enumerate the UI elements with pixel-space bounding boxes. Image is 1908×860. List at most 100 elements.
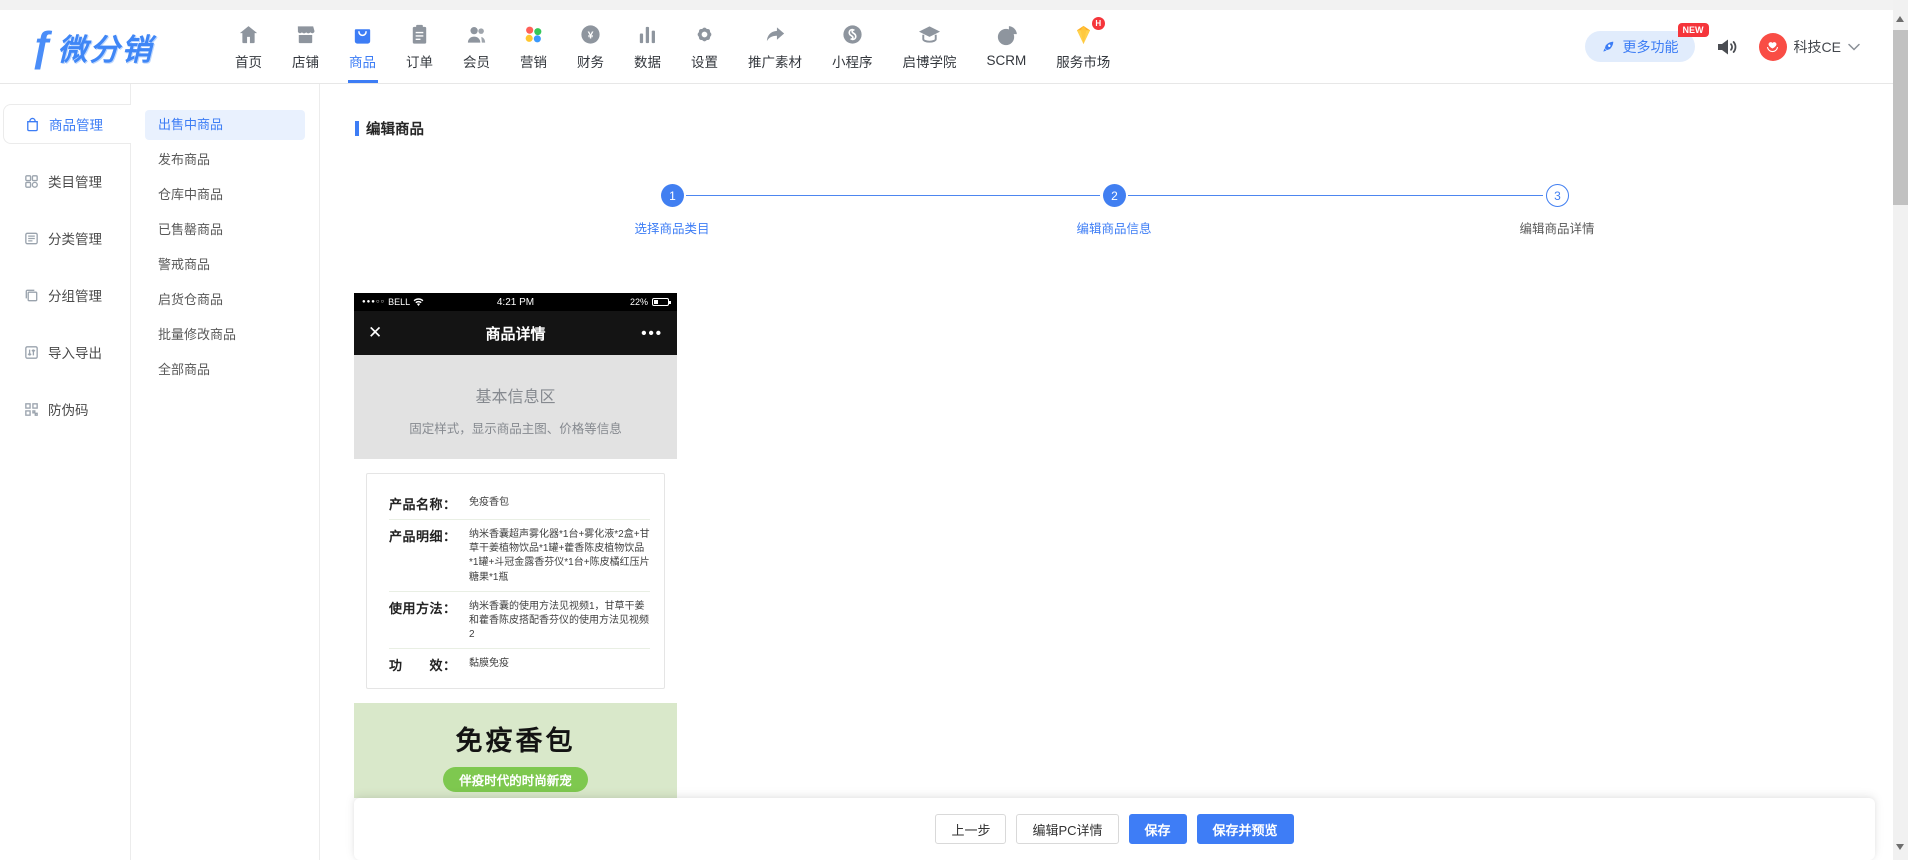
submenu-item-on-sale[interactable]: 出售中商品 [145, 110, 305, 140]
marketing-petals-icon [522, 23, 545, 46]
page-scrollbar[interactable] [1893, 0, 1908, 860]
logo-f-icon: ƒ [30, 26, 53, 68]
scroll-down-arrow[interactable] [1896, 844, 1904, 850]
phone-nav-bar: ✕ 商品详情 ••• [354, 311, 677, 355]
nav-item-store[interactable]: 店铺 [277, 10, 334, 83]
basic-info-subtitle: 固定样式，显示商品主图、价格等信息 [354, 418, 677, 437]
nav-item-home[interactable]: 首页 [220, 10, 277, 83]
product-field-row: 使用方法： 纳米香囊的使用方法见视频1，甘草干姜和藿香陈皮搭配香芬仪的使用方法见… [389, 591, 650, 649]
phone-status-bar: ●●●○○ BELL 4:21 PM 22% [354, 293, 677, 311]
product-field-row: 产品名称： 免疫香包 [389, 488, 650, 519]
step-1-circle: 1 [661, 184, 684, 207]
topbar-right-cluster: 更多功能 NEW 科技CE [1585, 10, 1860, 83]
scroll-up-arrow[interactable] [1896, 16, 1904, 22]
banner-tagline-pill: 伴疫时代的时尚新宠 [443, 767, 588, 792]
nav-item-label: 首页 [235, 51, 262, 71]
step-connector [1128, 195, 1543, 196]
top-navigation-bar: ƒ 微分销 首页 店铺 商品 订单 会员 营销 ¥ 财 [0, 10, 1908, 84]
order-clipboard-icon [408, 23, 431, 46]
academy-cap-icon [918, 23, 941, 46]
sidebar-item-import-export[interactable]: 导入导出 [3, 332, 130, 372]
battery-percent: 22% [630, 297, 648, 307]
mobile-preview: ●●●○○ BELL 4:21 PM 22% ✕ 商品详情 ••• 基本信息区 … [354, 293, 677, 798]
scrollbar-thumb[interactable] [1893, 30, 1908, 205]
edit-pc-detail-button[interactable]: 编辑PC详情 [1016, 814, 1118, 844]
top-nav-items: 首页 店铺 商品 订单 会员 营销 ¥ 财务 数据 [220, 10, 1125, 83]
service-market-badge: H [1092, 17, 1105, 30]
save-and-preview-button[interactable]: 保存并预览 [1197, 814, 1294, 844]
save-button[interactable]: 保存 [1129, 814, 1187, 844]
submenu-item-publish[interactable]: 发布商品 [145, 145, 305, 175]
sidebar-item-label: 防伪码 [48, 399, 89, 419]
nav-item-members[interactable]: 会员 [448, 10, 505, 83]
product-info-card: 产品名称： 免疫香包 产品明细： 纳米香囊超声雾化器*1台+雾化液*2盒+甘草干… [366, 473, 665, 689]
primary-sidebar: 商品管理 类目管理 分类管理 分组管理 导入导出 防伪码 [0, 84, 131, 860]
submenu-item-alert[interactable]: 警戒商品 [145, 250, 305, 280]
more-features-button[interactable]: 更多功能 NEW [1585, 31, 1695, 62]
nav-item-service-market[interactable]: H 服务市场 [1041, 10, 1125, 83]
status-time: 4:21 PM [497, 297, 534, 308]
step-2-circle: 2 [1103, 184, 1126, 207]
anticounterfeit-qr-icon [23, 401, 40, 418]
sidebar-item-category-manage[interactable]: 类目管理 [3, 161, 130, 201]
product-manage-icon [24, 116, 41, 133]
product-field-row: 功 效： 黏膜免疫 [389, 648, 650, 680]
nav-item-label: 营销 [520, 51, 547, 71]
field-value: 纳米香囊的使用方法见视频1，甘草干姜和藿香陈皮搭配香芬仪的使用方法见视频2 [469, 598, 650, 643]
submenu-item-in-warehouse[interactable]: 仓库中商品 [145, 180, 305, 210]
phone-page-title: 商品详情 [354, 323, 677, 344]
logo-text: 微分销 [57, 25, 153, 69]
nav-item-data[interactable]: 数据 [619, 10, 676, 83]
nav-item-orders[interactable]: 订单 [391, 10, 448, 83]
submenu-item-stock-warehouse[interactable]: 启货仓商品 [145, 285, 305, 315]
nav-item-promo-materials[interactable]: 推广素材 [733, 10, 817, 83]
app-logo[interactable]: ƒ 微分销 [30, 10, 208, 83]
basic-info-placeholder: 基本信息区 固定样式，显示商品主图、价格等信息 [354, 355, 677, 459]
previous-step-button[interactable]: 上一步 [935, 814, 1006, 844]
nav-item-label: 商品 [349, 51, 376, 71]
nav-item-miniprogram[interactable]: 小程序 [817, 10, 888, 83]
banner-title: 免疫香包 [354, 719, 677, 758]
field-label: 产品名称： [389, 494, 469, 513]
signal-dots-icon: ●●●○○ [362, 299, 385, 305]
products-submenu: 出售中商品 发布商品 仓库中商品 已售罄商品 警戒商品 启货仓商品 批量修改商品… [131, 84, 320, 860]
nav-item-settings[interactable]: 设置 [676, 10, 733, 83]
sidebar-item-label: 类目管理 [48, 171, 102, 191]
product-field-row: 产品明细： 纳米香囊超声雾化器*1台+雾化液*2盒+甘草干姜植物饮品*1罐+藿香… [389, 519, 650, 591]
more-features-label: 更多功能 [1623, 37, 1679, 57]
chevron-down-icon [1848, 43, 1860, 51]
sidebar-item-anticounterfeit[interactable]: 防伪码 [3, 389, 130, 429]
finance-yuan-icon: ¥ [579, 23, 602, 46]
account-menu[interactable]: 科技CE [1759, 33, 1860, 61]
rocket-icon [1601, 39, 1616, 54]
submenu-item-batch-edit[interactable]: 批量修改商品 [145, 320, 305, 350]
miniprogram-icon [841, 23, 864, 46]
speaker-icon[interactable] [1715, 35, 1739, 59]
sidebar-item-label: 分组管理 [48, 285, 102, 305]
member-icon [465, 23, 488, 46]
submenu-item-sold-out[interactable]: 已售罄商品 [145, 215, 305, 245]
nav-item-finance[interactable]: ¥ 财务 [562, 10, 619, 83]
avatar [1759, 33, 1787, 61]
field-value: 纳米香囊超声雾化器*1台+雾化液*2盒+甘草干姜植物饮品*1罐+藿香陈皮植物饮品… [469, 526, 650, 585]
submenu-item-all-products[interactable]: 全部商品 [145, 355, 305, 385]
nav-item-academy[interactable]: 启博学院 [888, 10, 972, 83]
sidebar-item-group-manage[interactable]: 分组管理 [3, 275, 130, 315]
heart-icon [1764, 38, 1781, 55]
nav-item-marketing[interactable]: 营销 [505, 10, 562, 83]
home-icon [237, 23, 260, 46]
nav-item-products[interactable]: 商品 [334, 10, 391, 83]
field-value: 黏膜免疫 [469, 655, 650, 674]
sidebar-item-product-manage[interactable]: 商品管理 [3, 104, 131, 144]
step-connector [686, 195, 1100, 196]
basic-info-title: 基本信息区 [354, 383, 677, 407]
field-value: 免疫香包 [469, 494, 650, 513]
footer-action-bar: 上一步 编辑PC详情 保存 保存并预览 [354, 798, 1875, 860]
market-gem-icon: H [1072, 23, 1095, 46]
nav-item-label: 订单 [406, 51, 433, 71]
nav-item-scrm[interactable]: SCRM [972, 10, 1042, 83]
nav-item-label: 设置 [691, 51, 718, 71]
step-3-label: 编辑商品详情 [1502, 218, 1612, 237]
sidebar-item-classify-manage[interactable]: 分类管理 [3, 218, 130, 258]
sidebar-item-label: 分类管理 [48, 228, 102, 248]
